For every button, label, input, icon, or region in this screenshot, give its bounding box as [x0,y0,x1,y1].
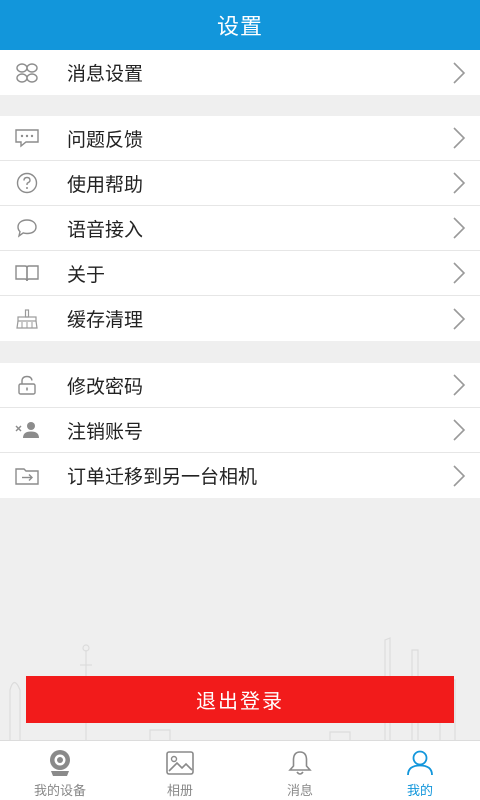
logout-button[interactable]: 退出登录 [26,676,454,723]
settings-item-label: 订单迁移到另一台相机 [67,466,258,488]
camera-device-icon [44,748,76,778]
tab-label: 我的 [406,784,433,799]
settings-item-label: 语音接入 [67,218,144,241]
logout-label: 退出登录 [196,689,284,713]
settings-item-label: 修改密码 [67,375,144,398]
grid-icon [14,62,40,84]
settings-item-clear-cache[interactable]: 缓存清理 [0,296,480,341]
settings-group-1: 消息设置 [0,50,480,95]
lock-icon [14,374,40,396]
title-bar: 设置 [0,0,480,50]
bell-icon [284,748,316,778]
speech-bubble-icon [14,217,40,239]
settings-item-migrate-orders[interactable]: 订单迁移到另一台相机 [0,453,480,498]
settings-item-label: 问题反馈 [67,128,144,151]
settings-item-label: 关于 [67,263,106,286]
chevron-right-icon [453,61,466,84]
tab-album[interactable]: 相册 [120,741,240,800]
page-title: 设置 [216,15,263,40]
settings-item-change-password[interactable]: 修改密码 [0,363,480,408]
chevron-right-icon [453,127,466,149]
broom-icon [14,308,40,330]
settings-item-voice[interactable]: 语音接入 [0,206,480,251]
settings-item-delete-account[interactable]: 注销账号 [0,408,480,453]
chevron-right-icon [453,307,466,330]
book-icon [14,262,40,284]
settings-item-label: 缓存清理 [67,309,144,331]
settings-item-feedback[interactable]: 问题反馈 [0,116,480,161]
tab-my-devices[interactable]: 我的设备 [0,741,120,800]
tab-label: 相册 [166,784,193,799]
chevron-right-icon [453,262,466,284]
tab-label: 消息 [286,784,313,799]
settings-group-3: 修改密码 注销账号 订单迁移到另一台相机 [0,363,480,498]
tab-me[interactable]: 我的 [360,741,480,800]
settings-item-label: 使用帮助 [67,173,144,196]
settings-item-label: 消息设置 [67,63,144,85]
chevron-right-icon [453,217,466,239]
person-icon [404,748,436,778]
settings-group-2: 问题反馈 使用帮助 语音接入 关于 缓存清理 [0,116,480,341]
settings-item-label: 注销账号 [67,420,144,443]
bottom-tab-bar: 我的设备 相册 消息 我的 [0,740,480,800]
question-icon [14,172,40,194]
chat-bubble-icon [14,127,40,149]
chevron-right-icon [453,464,466,487]
chevron-right-icon [453,419,466,441]
settings-item-message-settings[interactable]: 消息设置 [0,50,480,95]
chevron-right-icon [453,172,466,194]
tab-messages[interactable]: 消息 [240,741,360,800]
remove-user-icon [14,419,40,441]
photo-album-icon [164,748,196,778]
settings-item-about[interactable]: 关于 [0,251,480,296]
chevron-right-icon [453,374,466,396]
transfer-folder-icon [14,465,40,487]
tab-label: 我的设备 [33,784,86,799]
settings-item-help[interactable]: 使用帮助 [0,161,480,206]
